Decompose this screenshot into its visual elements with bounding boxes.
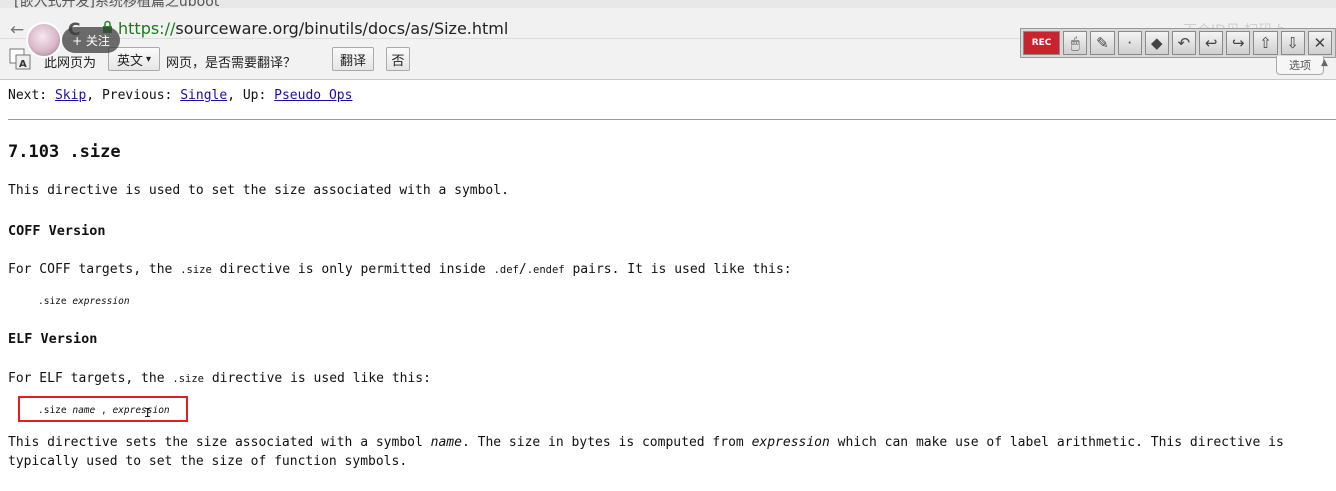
elf-text-2: directive is used like this: <box>211 371 431 386</box>
elf-code: .size <box>172 373 204 385</box>
up-icon[interactable]: ⇧ <box>1253 31 1278 55</box>
final-name: name <box>430 435 462 450</box>
coff-text-2: directive is only permitted inside <box>219 262 486 277</box>
document-page: Next: Skip, Previous: Single, Up: Pseudo… <box>0 78 1336 491</box>
down-icon[interactable]: ⇩ <box>1280 31 1305 55</box>
divider <box>8 119 1336 120</box>
translate-icon: A <box>9 48 31 70</box>
coff-text-3: pairs. It is used like this: <box>572 262 792 277</box>
tab-title[interactable]: [嵌入式开发]系统移植篇之uboot <box>14 0 219 8</box>
final-text-3: which can make use of label arithmetic. … <box>837 435 1284 450</box>
final-text-2: . The size in bytes is computed from <box>461 435 744 450</box>
mouse-icon[interactable]: 🖱 <box>1063 31 1088 55</box>
text-cursor-icon: I <box>144 406 152 420</box>
scroll-up-icon[interactable]: ▲ <box>1321 58 1328 68</box>
follow-button[interactable]: + 关注 <box>62 27 120 53</box>
up-label: Up: <box>242 88 267 103</box>
svg-text:A: A <box>19 59 27 70</box>
coff-code-2: .def <box>493 264 519 276</box>
undo-icon[interactable]: ↶ <box>1171 31 1197 55</box>
coff-example-arg: expression <box>72 296 130 307</box>
pen-icon[interactable]: ✎ <box>1090 31 1115 55</box>
elf-text-1: For ELF targets, the <box>8 371 165 386</box>
breadcrumb: Next: Skip, Previous: Single, Up: Pseudo… <box>8 88 353 103</box>
translate-button[interactable]: 翻译 <box>332 47 374 71</box>
annotation-toolbar: REC 🖱 ✎ · ◆ ↶ ↩ ↪ ⇧ ⇩ ✕ <box>1020 28 1336 58</box>
eraser-icon[interactable]: ◆ <box>1144 31 1169 55</box>
options-button[interactable]: 选项 <box>1276 56 1324 75</box>
arrow-left-icon[interactable]: ↩ <box>1199 31 1224 55</box>
page-title: 7.103 .size <box>8 142 121 162</box>
avatar[interactable] <box>26 22 62 58</box>
url-path: sourceware.org/binutils/docs/as/Size.htm… <box>175 19 509 38</box>
language-label: 英文 <box>116 53 143 69</box>
final-text-1: This directive sets the size associated … <box>8 435 423 450</box>
chevron-down-icon: ▾ <box>145 53 152 65</box>
coff-slash: / <box>518 262 527 277</box>
final-paragraph-line1: This directive sets the size associated … <box>8 435 1284 450</box>
record-icon[interactable]: REC <box>1023 31 1061 55</box>
back-icon[interactable]: ← <box>10 20 24 40</box>
final-expression: expression <box>751 435 830 450</box>
highlight-box <box>18 396 188 422</box>
elf-heading: ELF Version <box>8 331 98 347</box>
elf-paragraph: For ELF targets, the .size directive is … <box>8 371 431 386</box>
previous-label: Previous: <box>101 88 173 103</box>
coff-heading: COFF Version <box>8 223 106 239</box>
dot-icon[interactable]: · <box>1117 31 1142 55</box>
next-label: Next: <box>8 88 48 103</box>
close-icon[interactable]: ✕ <box>1307 31 1332 55</box>
up-link[interactable]: Pseudo Ops <box>274 88 352 103</box>
coff-example: .size expression <box>38 296 130 307</box>
url-field[interactable]: https://sourceware.org/binutils/docs/as/… <box>118 19 508 38</box>
coff-text-1: For COFF targets, the <box>8 262 173 277</box>
coff-code-3: .endef <box>526 264 565 276</box>
next-link[interactable]: Skip <box>55 88 86 103</box>
coff-code-1: .size <box>180 264 212 276</box>
translate-question: 网页，是否需要翻译？ <box>166 56 297 71</box>
final-paragraph-line2: typically used to set the size of functi… <box>8 454 408 469</box>
previous-link[interactable]: Single <box>180 88 227 103</box>
arrow-return-icon[interactable]: ↪ <box>1226 31 1251 55</box>
intro-text: This directive is used to set the size a… <box>8 183 509 198</box>
no-translate-button[interactable]: 否 <box>386 47 410 71</box>
coff-example-keyword: .size <box>38 296 67 307</box>
language-select[interactable]: 英文 ▾ <box>108 47 160 71</box>
url-scheme: https:// <box>118 19 176 38</box>
tab-strip: [嵌入式开发]系统移植篇之uboot <box>0 0 1336 8</box>
coff-paragraph: For COFF targets, the .size directive is… <box>8 262 792 277</box>
